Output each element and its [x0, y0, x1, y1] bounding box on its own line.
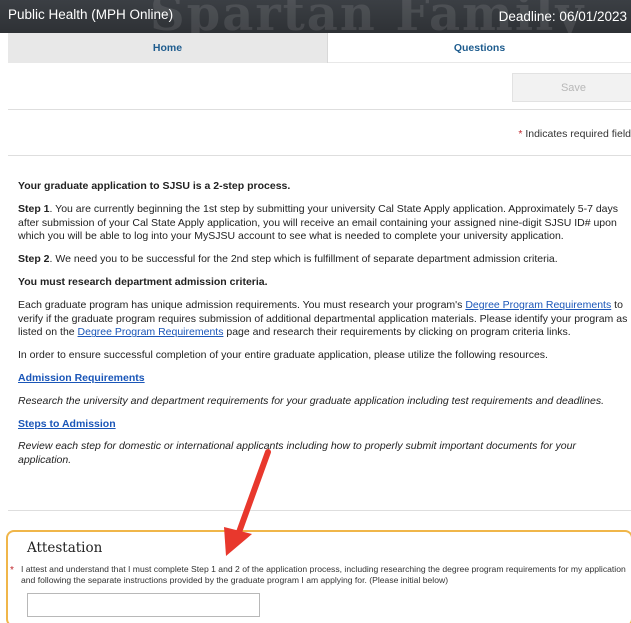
step2-label: Step 2: [18, 253, 50, 266]
step2-text: . We need you to be successful for the 2…: [49, 253, 558, 266]
attestation-initials-input[interactable]: [27, 593, 260, 617]
program-title: Public Health (MPH Online): [8, 7, 174, 22]
steps-link-row: Steps to Admission: [18, 418, 630, 432]
intro-text: Your graduate application to SJSU is a 2…: [18, 180, 291, 192]
step1-text: . You are currently beginning the 1st st…: [18, 202, 619, 243]
requirements-text-1: Each graduate program has unique admissi…: [18, 298, 466, 311]
step1-label: Step 1: [18, 202, 50, 215]
attestation-text: I attest and understand that I must comp…: [21, 564, 626, 585]
admission-link-row: Admission Requirements: [18, 372, 630, 386]
attestation-section: Attestation * I attest and understand th…: [6, 530, 631, 623]
save-button[interactable]: Save: [512, 73, 631, 102]
steps-description: Review each step for domestic or interna…: [18, 440, 576, 467]
save-toolbar: Save: [8, 63, 631, 110]
tab-questions[interactable]: Questions: [328, 33, 631, 63]
research-heading-text: You must research department admission c…: [18, 275, 268, 288]
attestation-title: Attestation: [27, 540, 103, 556]
admission-description: Research the university and department r…: [18, 394, 605, 407]
intro-heading: Your graduate application to SJSU is a 2…: [18, 180, 630, 194]
required-note-text: Indicates required field: [522, 128, 631, 140]
tab-bar: Home Questions: [0, 33, 631, 63]
required-field-note: * Indicates required field: [518, 128, 631, 140]
step2-paragraph: Step 2. We need you to be successful for…: [18, 253, 630, 267]
instructions-content: Your graduate application to SJSU is a 2…: [18, 180, 630, 477]
degree-requirements-link-2[interactable]: Degree Program Requirements: [78, 326, 224, 338]
resources-intro: In order to ensure successful completion…: [18, 349, 548, 362]
section-divider: [8, 510, 631, 511]
admission-requirements-link[interactable]: Admission Requirements: [18, 372, 145, 384]
requirements-paragraph: Each graduate program has unique admissi…: [18, 299, 630, 340]
research-heading: You must research department admission c…: [18, 276, 630, 290]
degree-requirements-link-1[interactable]: Degree Program Requirements: [465, 299, 611, 311]
steps-to-admission-link[interactable]: Steps to Admission: [18, 418, 116, 430]
app-header: Spartan Family Public Health (MPH Online…: [0, 0, 631, 33]
tab-home[interactable]: Home: [8, 33, 328, 63]
required-note-row: * Indicates required field: [8, 111, 631, 156]
deadline-label: Deadline: 06/01/2023: [498, 9, 627, 24]
attestation-required-star: *: [10, 565, 14, 576]
step1-paragraph: Step 1. You are currently beginning the …: [18, 203, 630, 244]
requirements-text-3: page and research their requirements by …: [223, 326, 571, 339]
